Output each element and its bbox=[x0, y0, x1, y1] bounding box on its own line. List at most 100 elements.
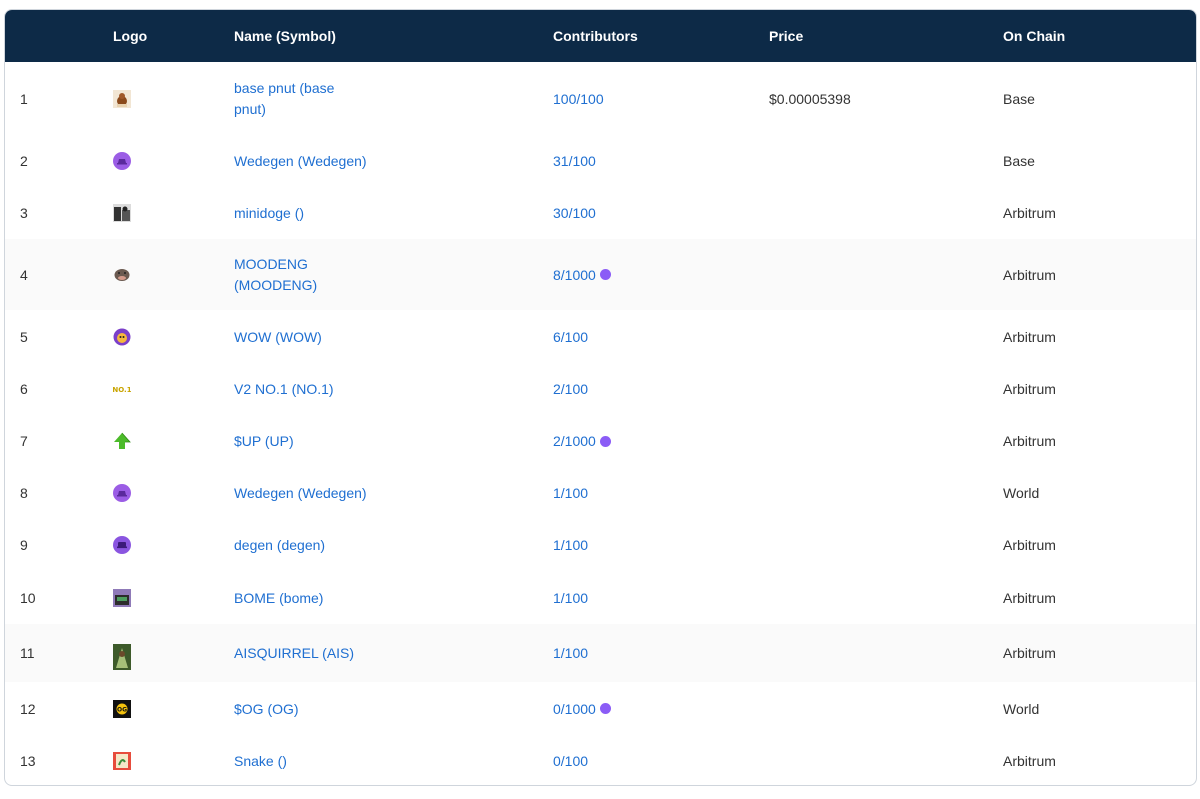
chain-cell: Base bbox=[1003, 153, 1035, 169]
svg-text:NO.1: NO.1 bbox=[113, 386, 131, 394]
contributors-link[interactable]: 2/100 bbox=[553, 381, 588, 397]
contributors-cell: 30/100 bbox=[553, 186, 769, 239]
table-row[interactable]: 5 WOW (WOW) 6/100 Arbitrum bbox=[5, 310, 1196, 363]
price-cell bbox=[769, 735, 1003, 785]
chain-cell: Arbitrum bbox=[1003, 328, 1056, 345]
logo-cell bbox=[113, 518, 234, 571]
header-name: Name (Symbol) bbox=[234, 28, 336, 44]
row-index: 9 bbox=[20, 536, 28, 553]
header-chain: On Chain bbox=[1003, 28, 1066, 44]
contributors-cell: 2/1000 bbox=[553, 414, 769, 468]
no1-icon: NO.1 bbox=[112, 380, 131, 398]
price-cell bbox=[769, 624, 1003, 682]
contributors-link[interactable]: 31/100 bbox=[553, 153, 596, 169]
token-name-link[interactable]: degen (degen) bbox=[234, 537, 325, 553]
name-cell: AISQUIRREL (AIS) bbox=[234, 624, 553, 682]
contributors-cell: 1/100 bbox=[553, 624, 769, 682]
table-row[interactable]: 9 degen (degen) 1/100 Arbitrum bbox=[5, 518, 1196, 571]
chain-cell: Base bbox=[1003, 91, 1035, 107]
contributors-link[interactable]: 0/1000 bbox=[553, 701, 596, 717]
og-icon: OG bbox=[113, 699, 131, 718]
table-row[interactable]: 10 BOME (bome) 1/100 Arbitrum bbox=[5, 571, 1196, 624]
token-name-link[interactable]: Snake () bbox=[234, 753, 287, 769]
row-index: 6 bbox=[20, 380, 28, 397]
token-name-link[interactable]: Wedegen (Wedegen) bbox=[234, 485, 367, 501]
token-name-link[interactable]: $UP (UP) bbox=[234, 433, 294, 449]
header-index bbox=[5, 10, 113, 62]
contributors-cell: 2/100 bbox=[553, 363, 769, 414]
token-name-link[interactable]: Wedegen (Wedegen) bbox=[234, 153, 367, 169]
logo-cell bbox=[113, 239, 234, 310]
contributors-link[interactable]: 0/100 bbox=[553, 753, 588, 769]
pnut-squirrel-icon bbox=[113, 90, 131, 109]
table-row[interactable]: 11 AISQUIRREL (AIS) 1/100 Arbitrum bbox=[5, 624, 1196, 682]
logo-cell bbox=[113, 136, 234, 186]
contributors-link[interactable]: 8/1000 bbox=[553, 267, 596, 283]
table-row[interactable]: 3 minidoge () 30/100 Arbitrum bbox=[5, 186, 1196, 239]
token-name-link[interactable]: WOW (WOW) bbox=[234, 329, 322, 345]
name-cell: minidoge () bbox=[234, 186, 553, 239]
row-index: 8 bbox=[20, 485, 28, 501]
token-name-link[interactable]: AISQUIRREL (AIS) bbox=[234, 645, 354, 661]
chain-cell: Arbitrum bbox=[1003, 433, 1056, 449]
name-cell: BOME (bome) bbox=[234, 571, 553, 624]
table-row[interactable]: 2 Wedegen (Wedegen) 31/100 Base bbox=[5, 136, 1196, 186]
price-cell bbox=[769, 682, 1003, 735]
name-cell: V2 NO.1 (NO.1) bbox=[234, 363, 553, 414]
contributors-link[interactable]: 1/100 bbox=[553, 485, 588, 501]
table-row[interactable]: 6 NO.1 V2 NO.1 (NO.1) 2/100 Arbitrum bbox=[5, 363, 1196, 414]
chain-cell: Arbitrum bbox=[1003, 645, 1056, 661]
contributors-link[interactable]: 1/100 bbox=[553, 645, 588, 661]
wedegen-hat-icon bbox=[113, 152, 131, 171]
name-cell: base pnut (base pnut) bbox=[234, 62, 553, 136]
contributors-cell: 100/100 bbox=[553, 62, 769, 136]
degen-badge-icon bbox=[599, 269, 611, 281]
contributors-cell: 6/100 bbox=[553, 310, 769, 363]
token-name-link[interactable]: V2 NO.1 (NO.1) bbox=[234, 381, 334, 397]
wow-icon bbox=[113, 328, 131, 346]
contributors-link[interactable]: 1/100 bbox=[553, 537, 588, 553]
contributors-link[interactable]: 30/100 bbox=[553, 205, 596, 221]
green-up-arrow-icon bbox=[113, 432, 131, 450]
token-name-link[interactable]: BOME (bome) bbox=[234, 590, 323, 606]
snake-icon bbox=[113, 751, 131, 770]
table-row[interactable]: 7 $UP (UP) 2/1000 Arbitrum bbox=[5, 414, 1196, 468]
tokens-table-container: Logo Name (Symbol) Contributors Price On… bbox=[4, 9, 1197, 786]
logo-cell: NO.1 bbox=[112, 363, 234, 414]
contributors-link[interactable]: 2/1000 bbox=[553, 433, 596, 449]
table-row[interactable]: 13 Snake () 0/100 Arbitrum bbox=[5, 735, 1196, 785]
token-name-link[interactable]: MOODENG (MOODENG) bbox=[234, 254, 354, 296]
table-row[interactable]: 12 OG $OG (OG) 0/1000 World bbox=[5, 682, 1196, 735]
price-cell bbox=[769, 239, 1003, 310]
token-name-link[interactable]: base pnut (base pnut) bbox=[234, 78, 354, 120]
header-logo: Logo bbox=[113, 28, 148, 44]
logo-cell bbox=[113, 468, 234, 518]
table-row[interactable]: 4 MOODENG (MOODENG) 8/1000 Arbitrum bbox=[5, 239, 1196, 310]
logo-cell bbox=[113, 735, 234, 785]
price-cell bbox=[769, 571, 1003, 624]
logo-cell bbox=[113, 186, 234, 239]
chain-cell: Arbitrum bbox=[1003, 266, 1056, 283]
row-index: 5 bbox=[20, 328, 28, 345]
logo-cell: OG bbox=[113, 682, 234, 735]
price-cell bbox=[769, 518, 1003, 571]
contributors-link[interactable]: 1/100 bbox=[553, 590, 588, 606]
row-index: 2 bbox=[20, 153, 28, 169]
table-row[interactable]: 8 Wedegen (Wedegen) 1/100 World bbox=[5, 468, 1196, 518]
chain-cell: World bbox=[1003, 485, 1040, 501]
row-index: 11 bbox=[20, 645, 35, 661]
contributors-link[interactable]: 100/100 bbox=[553, 91, 604, 107]
svg-text:OG: OG bbox=[117, 706, 127, 713]
token-name-link[interactable]: minidoge () bbox=[234, 205, 304, 221]
minidoge-icon bbox=[113, 203, 131, 222]
degen-badge-icon bbox=[599, 703, 611, 715]
chain-cell: Arbitrum bbox=[1003, 536, 1056, 553]
token-name-link[interactable]: $OG (OG) bbox=[234, 701, 299, 717]
name-cell: Wedegen (Wedegen) bbox=[234, 136, 553, 186]
table-row[interactable]: 1 base pnut (base pnut) 100/100 $0.00005… bbox=[5, 62, 1196, 136]
contributors-link[interactable]: 6/100 bbox=[553, 329, 588, 345]
price-cell bbox=[769, 186, 1003, 239]
row-index: 12 bbox=[20, 700, 36, 717]
logo-cell bbox=[113, 310, 234, 363]
logo-cell bbox=[113, 414, 234, 468]
